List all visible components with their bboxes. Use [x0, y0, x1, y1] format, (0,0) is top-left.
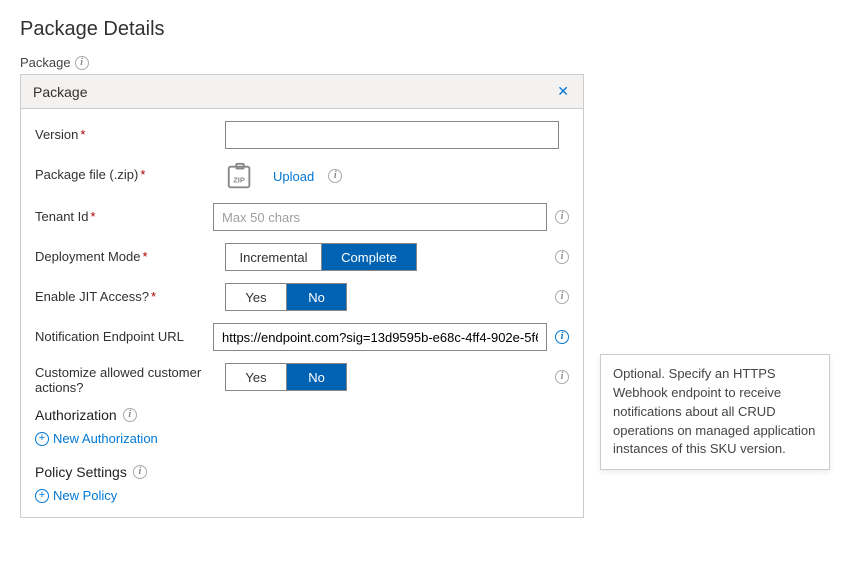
tenant-id-label: Tenant Id: [35, 209, 89, 224]
enable-jit-toggle: Yes No: [225, 283, 347, 311]
enable-jit-yes[interactable]: Yes: [226, 284, 286, 310]
zip-file-icon: ZIP: [225, 161, 255, 191]
upload-link[interactable]: Upload: [273, 169, 314, 184]
info-icon[interactable]: i: [555, 370, 569, 384]
new-policy-link[interactable]: + New Policy: [35, 488, 117, 503]
deployment-mode-complete[interactable]: Complete: [321, 244, 416, 270]
enable-jit-no[interactable]: No: [286, 284, 346, 310]
new-authorization-text: New Authorization: [53, 431, 158, 446]
info-icon[interactable]: i: [555, 330, 569, 344]
customize-actions-toggle: Yes No: [225, 363, 347, 391]
info-icon[interactable]: i: [133, 465, 147, 479]
deployment-mode-toggle: Incremental Complete: [225, 243, 417, 271]
tooltip-text: Optional. Specify an HTTPS Webhook endpo…: [613, 366, 815, 456]
notification-url-input[interactable]: [213, 323, 547, 351]
package-sub-label: Package: [20, 55, 71, 70]
customize-actions-yes[interactable]: Yes: [226, 364, 286, 390]
close-icon[interactable]: ✕: [553, 81, 573, 102]
plus-icon: +: [35, 432, 49, 446]
info-icon[interactable]: i: [555, 290, 569, 304]
package-panel: Package ✕ Version* Package file (.zip)*: [20, 74, 584, 518]
enable-jit-label: Enable JIT Access?: [35, 289, 149, 304]
info-icon[interactable]: i: [75, 56, 89, 70]
deployment-mode-label: Deployment Mode: [35, 249, 141, 264]
page-title: Package Details: [20, 18, 826, 41]
version-input[interactable]: [225, 121, 559, 149]
info-icon[interactable]: i: [328, 169, 342, 183]
info-icon[interactable]: i: [555, 210, 569, 224]
svg-text:ZIP: ZIP: [233, 176, 245, 185]
authorization-section-label: Authorization: [35, 407, 117, 423]
new-authorization-link[interactable]: + New Authorization: [35, 431, 158, 446]
package-file-label: Package file (.zip): [35, 167, 138, 182]
panel-header: Package ✕: [21, 75, 583, 109]
new-policy-text: New Policy: [53, 488, 117, 503]
tenant-id-input[interactable]: [213, 203, 547, 231]
notification-url-label: Notification Endpoint URL: [35, 329, 184, 344]
policy-section-label: Policy Settings: [35, 464, 127, 480]
customize-actions-no[interactable]: No: [286, 364, 346, 390]
version-label: Version: [35, 127, 78, 142]
plus-icon: +: [35, 489, 49, 503]
notification-url-tooltip: Optional. Specify an HTTPS Webhook endpo…: [600, 354, 830, 470]
deployment-mode-incremental[interactable]: Incremental: [226, 244, 321, 270]
info-icon[interactable]: i: [555, 250, 569, 264]
customize-actions-label: Customize allowed customer actions?: [35, 365, 201, 395]
info-icon[interactable]: i: [123, 408, 137, 422]
panel-header-title: Package: [33, 84, 87, 100]
